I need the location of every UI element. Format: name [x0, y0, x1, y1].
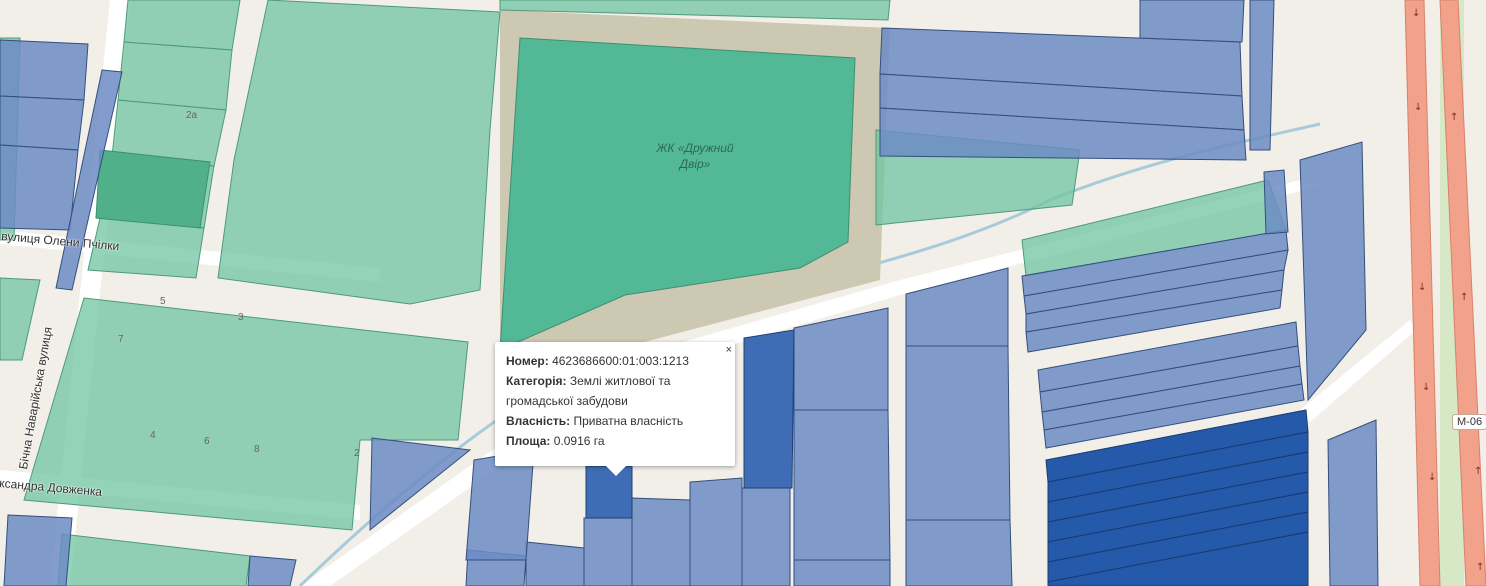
svg-text:↑: ↑ [1474, 466, 1482, 477]
house-number-label: 3 [238, 312, 244, 323]
residential-complex-name: ЖК «Дружний Двір» [640, 140, 750, 172]
popup-area-value: 0.0916 га [553, 434, 605, 448]
popup-ownership-row: Власність: Приватна власність [506, 411, 723, 431]
popup-ownership-value: Приватна власність [573, 414, 684, 428]
svg-text:↓: ↓ [1422, 382, 1430, 393]
popup-number-row: Номер: 4623686600:01:003:1213 [506, 351, 723, 371]
residential-complex-name-line1: ЖК «Дружний [656, 141, 734, 155]
svg-text:↓: ↓ [1412, 8, 1420, 19]
svg-text:↓: ↓ [1428, 472, 1436, 483]
house-number-label: 2а [186, 110, 198, 121]
parcel-info-popup: × Номер: 4623686600:01:003:1213 Категорі… [495, 342, 735, 476]
house-number-label: 7 [118, 334, 124, 345]
svg-text:↓: ↓ [1418, 282, 1426, 293]
house-number-label: 5 [160, 296, 166, 307]
residential-parcel-dark[interactable] [95, 149, 211, 229]
popup-area-label: Площа: [506, 434, 551, 448]
map-canvas[interactable]: ↓ ↓ ↓ ↓ ↓ ↑ ↑ ↑ ↑ [0, 0, 1486, 586]
popup-category-label: Категорія: [506, 374, 567, 388]
svg-text:↓: ↓ [1414, 102, 1422, 113]
house-number-label: 2 [354, 448, 360, 459]
road-shield-m06: М-06 [1452, 414, 1486, 430]
popup-number-label: Номер: [506, 354, 549, 368]
popup-area-row: Площа: 0.0916 га [506, 431, 723, 451]
close-icon[interactable]: × [726, 343, 732, 357]
popup-category-row: Категорія: Землі житлової та громадської… [506, 371, 723, 411]
residential-complex-name-line2: Двір» [679, 157, 711, 171]
popup-number-value: 4623686600:01:003:1213 [552, 354, 689, 368]
popup-tip [606, 466, 626, 476]
house-number-label: 4 [150, 430, 156, 441]
svg-text:↑: ↑ [1476, 562, 1484, 573]
svg-text:↑: ↑ [1450, 112, 1458, 123]
popup-ownership-label: Власність: [506, 414, 571, 428]
svg-text:↑: ↑ [1460, 292, 1468, 303]
house-number-label: 8 [254, 444, 260, 455]
house-number-label: 6 [204, 436, 210, 447]
